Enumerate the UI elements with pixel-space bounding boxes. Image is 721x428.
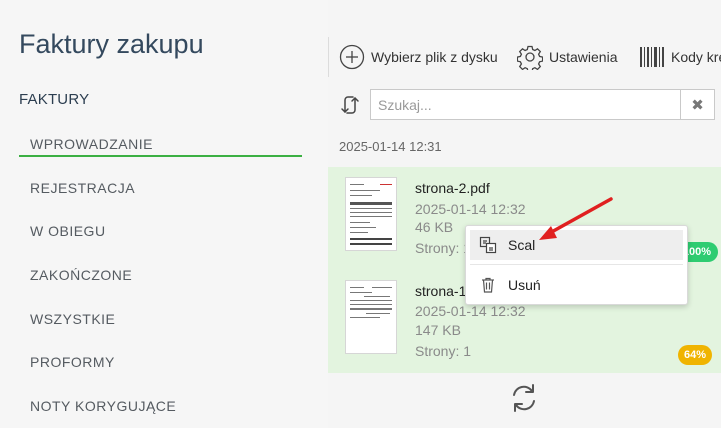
sidebar-item-zakonczone[interactable]: ZAKOŃCZONE <box>30 267 132 283</box>
choose-file-label: Wybierz plik z dysku <box>371 49 498 65</box>
section-title-faktury: FAKTURY <box>19 91 90 108</box>
sidebar-item-wszystkie[interactable]: WSZYSTKIE <box>30 311 115 327</box>
file-size: 147 KB <box>415 322 461 338</box>
barcodes-button[interactable]: Kody kre <box>639 44 721 70</box>
file-date: 2025-01-14 12:32 <box>415 201 526 217</box>
merge-menu-item[interactable]: Scal <box>470 230 683 260</box>
clear-search-icon[interactable]: ✖ <box>680 90 714 119</box>
group-date: 2025-01-14 12:31 <box>339 139 442 154</box>
plus-circle-icon <box>339 44 365 70</box>
delete-label: Usuń <box>508 277 541 293</box>
sidebar-item-proformy[interactable]: PROFORMY <box>30 354 115 370</box>
document-thumbnail <box>345 177 397 251</box>
sync-icon[interactable] <box>339 94 361 116</box>
file-pages: Strony: 1 <box>415 240 472 256</box>
merge-label: Scal <box>508 237 536 253</box>
delete-menu-item[interactable]: Usuń <box>470 270 683 300</box>
sidebar-item-wprowadzanie[interactable]: WPROWADZANIE <box>30 136 153 152</box>
trash-icon <box>482 277 494 293</box>
toolbar-divider <box>328 37 329 77</box>
sidebar-item-rejestracja[interactable]: REJESTRACJA <box>30 180 135 196</box>
active-tab-indicator <box>19 155 302 157</box>
file-name: strona-1 <box>415 283 467 299</box>
settings-button[interactable]: Ustawienia <box>517 44 617 70</box>
document-thumbnail <box>345 280 397 354</box>
file-date: 2025-01-14 12:32 <box>415 303 526 319</box>
sidebar-item-w-obiegu[interactable]: W OBIEGU <box>30 223 106 239</box>
settings-label: Ustawienia <box>549 49 618 65</box>
menu-divider <box>470 264 683 265</box>
file-size: 46 KB <box>415 219 454 235</box>
search-field: ✖ <box>370 89 715 120</box>
page-title: Faktury zakupu <box>19 29 204 59</box>
sidebar-item-noty-korygujace[interactable]: NOTY KORYGUJĄCE <box>30 398 176 414</box>
choose-file-button[interactable]: Wybierz plik z dysku <box>339 44 498 70</box>
refresh-icon[interactable] <box>509 382 539 414</box>
context-menu: Scal Usuń <box>465 225 688 305</box>
sidebar: Faktury zakupu FAKTURY WPROWADZANIE REJE… <box>0 0 328 428</box>
gear-icon <box>517 45 543 70</box>
file-pages: Strony: 1 <box>415 343 472 359</box>
barcodes-label: Kody kre <box>671 49 721 65</box>
search-input[interactable] <box>371 90 695 119</box>
progress-badge: 64% <box>678 345 712 365</box>
merge-icon <box>479 236 497 254</box>
barcode-icon <box>640 47 664 67</box>
file-name: strona-2.pdf <box>415 180 490 196</box>
